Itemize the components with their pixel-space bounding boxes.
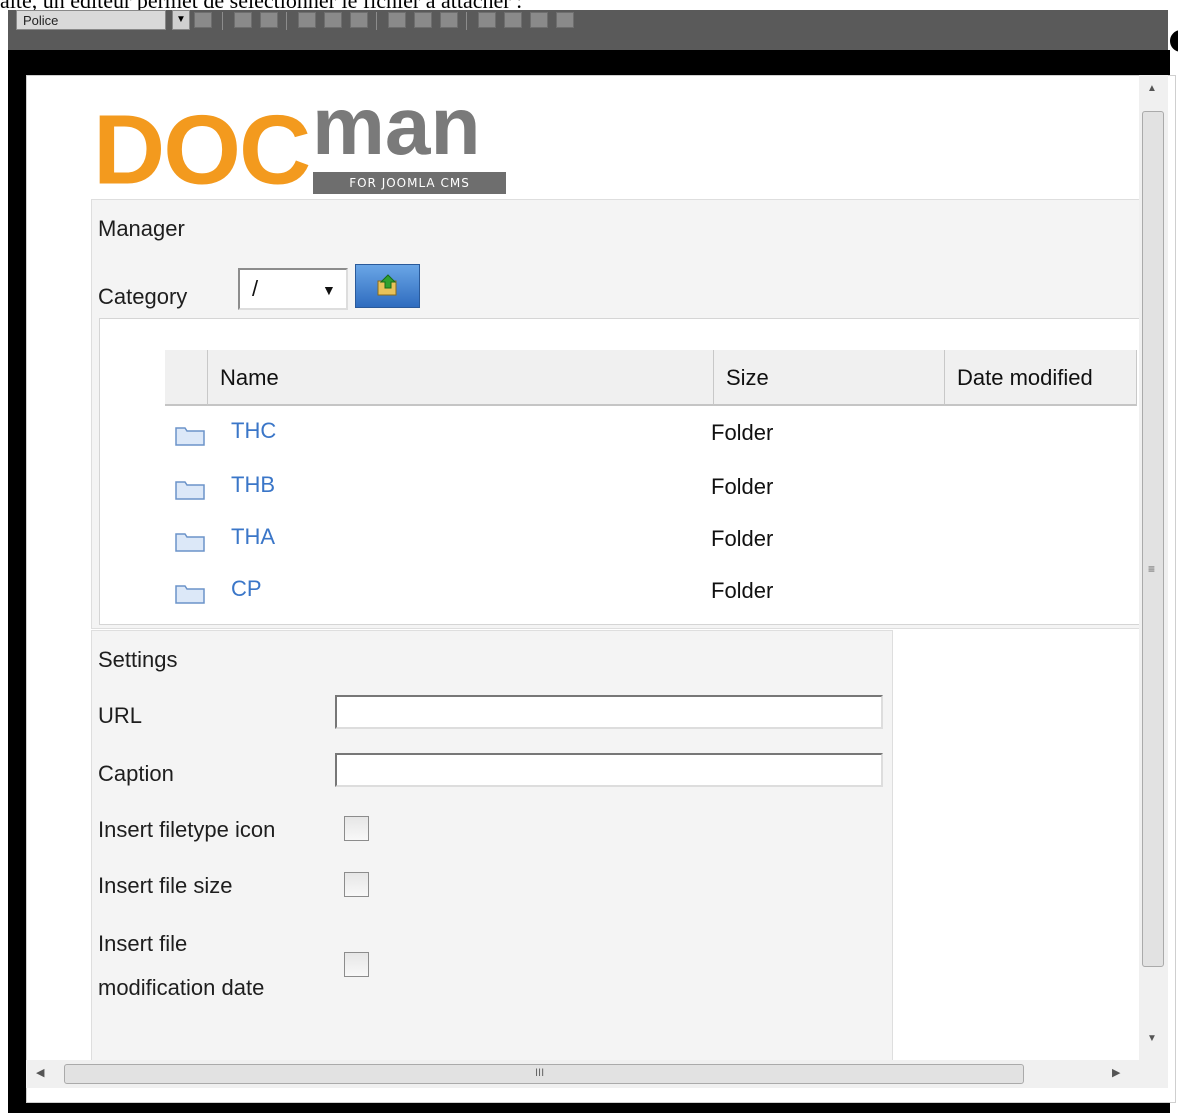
column-header-name[interactable]: Name (208, 350, 714, 406)
column-header-date[interactable]: Date modified (945, 350, 1137, 406)
vertical-scrollbar[interactable]: ▲ ≡ ▼ (1139, 75, 1168, 1060)
toolbar-button[interactable] (260, 12, 278, 28)
filetype-icon-checkbox[interactable] (344, 816, 369, 841)
folder-icon (175, 533, 205, 552)
toolbar-button[interactable] (556, 12, 574, 28)
folder-icon (175, 585, 205, 604)
row-size: Folder (711, 420, 774, 445)
go-button[interactable] (355, 264, 420, 308)
table-row[interactable]: THC Folder (165, 410, 1135, 462)
row-size: Folder (711, 578, 774, 603)
horizontal-scrollbar[interactable]: ◀ III ▶ (26, 1060, 1168, 1088)
chevron-down-icon[interactable]: ▼ (172, 10, 190, 30)
logo-man: man (312, 81, 481, 172)
manager-title: Manager (98, 216, 185, 241)
toolbar-button[interactable] (350, 12, 368, 28)
scroll-left-icon[interactable]: ◀ (36, 1066, 44, 1079)
toolbar-button[interactable] (414, 12, 432, 28)
column-header-icon (165, 350, 208, 406)
toolbar-separator (286, 12, 287, 30)
file-size-checkbox[interactable] (344, 872, 369, 897)
file-size-label: Insert file size (98, 873, 233, 898)
row-name[interactable]: CP (231, 576, 262, 602)
table-row[interactable]: THA Folder (165, 516, 1135, 568)
scroll-up-icon[interactable]: ▲ (1147, 83, 1157, 94)
row-name[interactable]: THC (231, 418, 276, 444)
caption-input[interactable] (335, 753, 883, 787)
mod-date-checkbox[interactable] (344, 952, 369, 977)
toolbar-separator (466, 12, 467, 30)
url-input[interactable] (335, 695, 883, 729)
mod-date-label-line1: Insert file (98, 931, 188, 956)
column-header-size[interactable]: Size (714, 350, 945, 406)
toolbar-separator (376, 12, 377, 30)
editor-toolbar: Police ▼ (8, 10, 1168, 50)
toolbar-button[interactable] (324, 12, 342, 28)
row-size: Folder (711, 526, 774, 551)
row-name[interactable]: THA (231, 524, 275, 550)
url-label: URL (98, 703, 143, 728)
scroll-right-icon[interactable]: ▶ (1112, 1066, 1120, 1079)
caption-label: Caption (98, 761, 174, 786)
logo-doc: DOC (93, 95, 311, 205)
toolbar-button[interactable] (388, 12, 406, 28)
folder-icon (175, 427, 205, 446)
folder-up-icon (377, 274, 397, 296)
chevron-down-icon: ▼ (322, 282, 336, 298)
table-row[interactable]: CP Folder (165, 568, 1135, 620)
filetype-icon-label: Insert filetype icon (98, 817, 276, 842)
category-value: / (252, 276, 259, 301)
docman-logo: DOC man FOR JOOMLA CMS (93, 86, 513, 205)
settings-title: Settings (98, 647, 178, 672)
folder-icon (175, 481, 205, 500)
row-size: Folder (711, 474, 774, 499)
toolbar-button[interactable] (234, 12, 252, 28)
toolbar-button[interactable] (440, 12, 458, 28)
row-name[interactable]: THB (231, 472, 275, 498)
mod-date-label-line2: modification date (98, 975, 265, 1000)
logo-tagline: FOR JOOMLA CMS (313, 172, 506, 194)
toolbar-button[interactable] (530, 12, 548, 28)
toolbar-button[interactable] (194, 12, 212, 28)
category-label: Category (98, 284, 188, 309)
table-row[interactable]: THB Folder (165, 464, 1135, 516)
grip-icon: ≡ (1148, 562, 1156, 576)
scroll-down-icon[interactable]: ▼ (1147, 1033, 1157, 1044)
toolbar-button[interactable] (504, 12, 522, 28)
grip-icon: III (535, 1067, 545, 1079)
font-select[interactable]: Police (16, 10, 166, 30)
toolbar-separator (222, 12, 223, 30)
category-select[interactable]: / ▼ (238, 268, 348, 310)
scroll-thumb[interactable]: III (64, 1064, 1024, 1084)
toolbar-button[interactable] (298, 12, 316, 28)
scroll-thumb[interactable]: ≡ (1142, 111, 1164, 967)
toolbar-button[interactable] (478, 12, 496, 28)
